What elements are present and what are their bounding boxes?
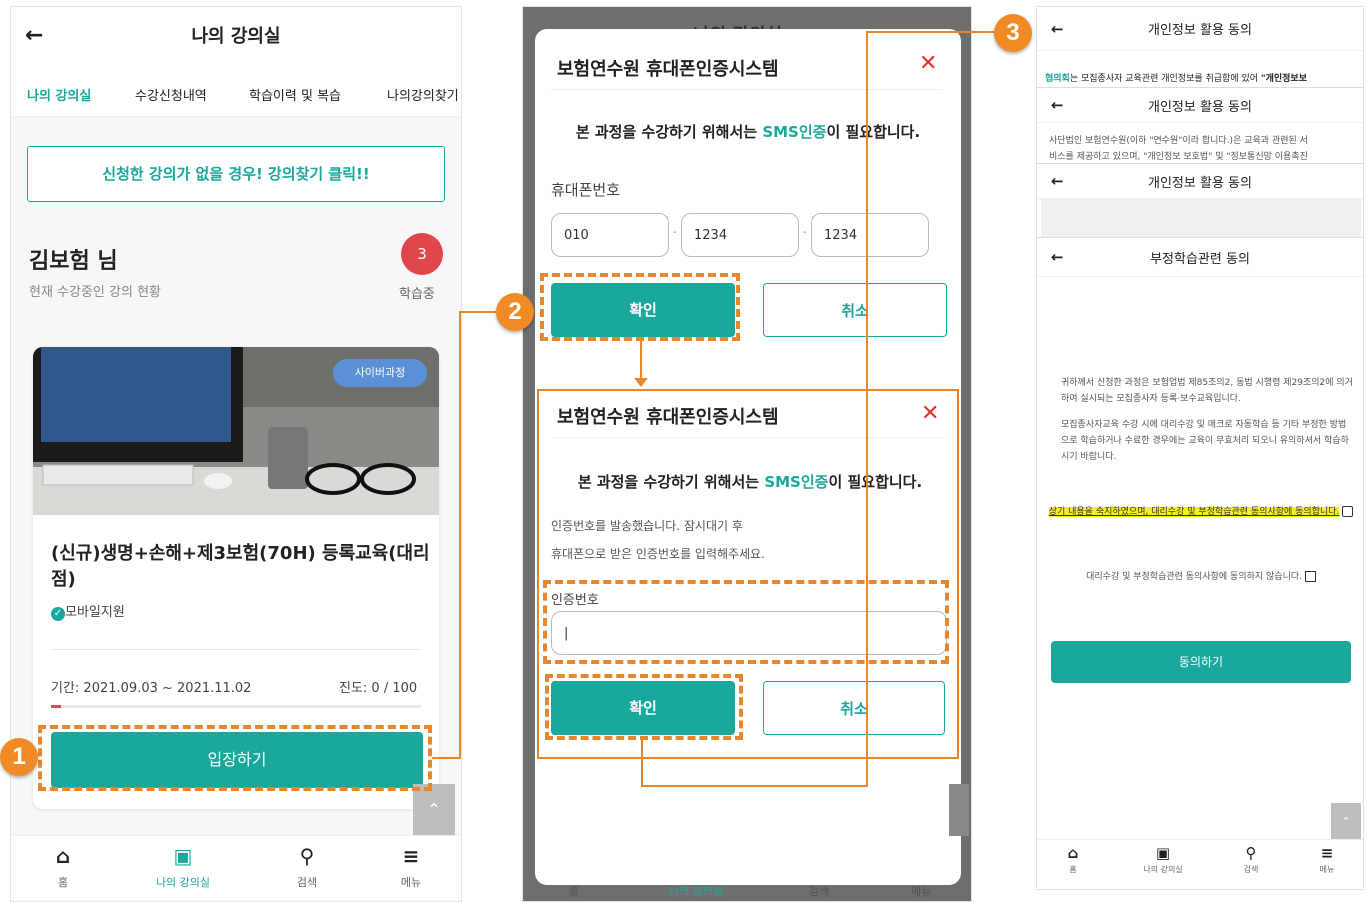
- fraud-consent-title: 부정학습관련 동의: [1150, 251, 1250, 267]
- search-icon: ⚲: [299, 844, 315, 868]
- close-icon[interactable]: ✕: [921, 401, 939, 426]
- cancel-button[interactable]: 취소: [763, 283, 947, 337]
- code-sent-line2: 휴대폰으로 받은 인증번호를 입력해주세요.: [551, 547, 765, 561]
- user-subtitle: 현재 수강중인 강의 현황: [29, 285, 161, 300]
- tab-enrollment[interactable]: 수강신청내역: [135, 85, 207, 104]
- nav-classroom[interactable]: ▣ 나의 강의실: [143, 836, 223, 890]
- bottom-nav: ⌂ 홈 ▣ 나의 강의실 ⚲ 검색 ≡ 메뉴: [1037, 839, 1363, 889]
- chevron-up-icon: ⌃: [427, 800, 441, 819]
- tab-find-course[interactable]: 나의강의찾기: [387, 85, 459, 104]
- highlight-box: [543, 580, 949, 664]
- screen-consent: ← 개인정보 활용 동의 협의회는 모집종사자 교육관련 개인정보를 취급함에 …: [1036, 6, 1364, 890]
- page-title: 나의 강의실: [191, 26, 281, 47]
- course-period: 기간: 2021.09.03 ~ 2021.11.02: [51, 681, 252, 696]
- connector-line: [459, 311, 499, 313]
- phone-separator: -: [673, 227, 677, 238]
- highlight-box: [540, 273, 740, 341]
- step-3-badge: 3: [994, 14, 1032, 52]
- step-2-badge: 2: [496, 293, 534, 331]
- user-name: 김보험 님: [29, 249, 118, 274]
- agree-checkbox-row[interactable]: 상기 내용을 숙지하였으며, 대리수강 및 부정학습관련 동의사항에 동의합니다…: [1047, 505, 1355, 520]
- step-1-badge: 1: [0, 738, 38, 776]
- home-icon: ⌂: [1067, 844, 1079, 862]
- classroom-icon: ▣: [173, 844, 193, 868]
- consent-header-3: ← 개인정보 활용 동의: [1037, 163, 1363, 199]
- phone-label: 휴대폰번호: [551, 181, 621, 199]
- consent-header-2: ← 개인정보 활용 동의: [1037, 87, 1363, 123]
- nav-search[interactable]: ⚲ 검색: [267, 836, 347, 890]
- consent-text-1: 협의회는 모집종사자 교육관련 개인정보를 취급함에 있어 "개인정보보: [1045, 74, 1307, 84]
- arrow-down-icon: [634, 378, 648, 387]
- course-title[interactable]: (신규)생명+손해+제3보험(70H) 등록교육(대리점): [51, 541, 431, 593]
- disagree-checkbox-row[interactable]: 대리수강 및 부정학습관련 동의사항에 동의하지 않습니다.: [1037, 569, 1363, 582]
- phone-field-2[interactable]: 1234: [681, 213, 799, 257]
- highlight-box: [38, 725, 432, 791]
- sms-required-message: 본 과정을 수강하기 위해서는 SMS인증이 필요합니다.: [575, 123, 921, 141]
- scroll-top-button[interactable]: ⌃: [413, 784, 455, 836]
- consent-header-1: ← 개인정보 활용 동의: [1037, 7, 1363, 51]
- chevron-up-icon: ⌃: [1341, 815, 1351, 828]
- nav-classroom[interactable]: ▣ 나의 강의실: [1125, 840, 1201, 875]
- modal-divider: [551, 89, 943, 90]
- learning-count-label: 학습중: [399, 287, 435, 302]
- nav-search[interactable]: ⚲ 검색: [1213, 840, 1289, 875]
- nav-menu[interactable]: ≡ 메뉴: [371, 836, 451, 890]
- gray-strip: [1041, 199, 1361, 237]
- consent-title: 개인정보 활용 동의: [1148, 99, 1252, 115]
- connector-line: [459, 311, 461, 759]
- mobile-support: ✓ 모바일지원: [51, 601, 125, 621]
- learning-count: 3: [417, 245, 427, 263]
- find-course-banner[interactable]: 신청한 강의가 없을 경우! 강의찾기 클릭!!: [27, 146, 445, 202]
- code-sent-line1: 인증번호를 발송했습니다. 잠시대기 후: [551, 519, 743, 533]
- home-icon: ⌂: [55, 844, 71, 868]
- course-progress-text: 진도: 0 / 100: [339, 681, 418, 696]
- tab-my-classroom[interactable]: 나의 강의실: [27, 85, 91, 104]
- nav-home[interactable]: ⌂ 홈: [23, 836, 103, 890]
- connector-line: [641, 785, 867, 787]
- agree-checkbox[interactable]: [1342, 506, 1354, 517]
- consent-title: 개인정보 활용 동의: [1148, 23, 1252, 38]
- close-icon[interactable]: ✕: [919, 51, 937, 76]
- tab-bar: 나의 강의실 수강신청내역 학습이력 및 복습 나의강의찾기: [11, 63, 461, 117]
- connector-line: [866, 31, 868, 787]
- banner-text: 신청한 강의가 없을 경우! 강의찾기 클릭!!: [102, 165, 370, 183]
- modal-title: 보험연수원 휴대폰인증시스템: [557, 59, 779, 80]
- connector-line: [866, 31, 994, 33]
- connector-line: [640, 341, 642, 381]
- learning-count-badge: 3: [401, 233, 443, 275]
- progress-fill: [51, 705, 61, 708]
- highlight-box: [545, 674, 743, 740]
- nav-home[interactable]: ⌂ 홈: [1037, 840, 1111, 875]
- search-icon: ⚲: [1245, 844, 1257, 862]
- agree-button[interactable]: 동의하기: [1051, 641, 1351, 683]
- tab-history[interactable]: 학습이력 및 복습: [249, 85, 341, 104]
- phone-field-3[interactable]: 1234: [811, 213, 929, 257]
- scroll-top-button[interactable]: ⌃: [1331, 803, 1361, 841]
- progress-bar: [51, 705, 421, 708]
- app-header: ← 나의 강의실: [11, 7, 461, 63]
- fraud-consent-header: ← 부정학습관련 동의: [1037, 237, 1363, 277]
- nav-menu[interactable]: ≡ 메뉴: [1289, 840, 1363, 875]
- modal-title: 보험연수원 휴대폰인증시스템: [557, 407, 779, 428]
- sms-required-message: 본 과정을 수강하기 위해서는 SMS인증이 필요합니다.: [577, 473, 923, 491]
- menu-icon: ≡: [402, 844, 420, 868]
- fraud-paragraph-2: 모집종사자교육 수강 시에 대리수강 및 매크로 자동학습 등 기타 부정한 방…: [1061, 420, 1349, 462]
- cancel-button[interactable]: 취소: [763, 681, 945, 735]
- disagree-checkbox[interactable]: [1304, 571, 1316, 582]
- scroll-top-button[interactable]: [949, 784, 969, 836]
- connector-line: [432, 757, 460, 759]
- check-circle-icon: ✓: [51, 607, 65, 621]
- bottom-nav: ⌂ 홈 ▣ 나의 강의실 ⚲ 검색 ≡ 메뉴: [11, 835, 461, 901]
- phone-separator: -: [803, 227, 807, 238]
- consent-title: 개인정보 활용 동의: [1148, 175, 1252, 191]
- classroom-icon: ▣: [1155, 844, 1171, 862]
- modal-divider: [553, 437, 945, 438]
- course-tag: 사이버과정: [333, 359, 427, 387]
- fraud-paragraph-1: 귀하께서 신청한 과정은 보험업법 제85조의2, 동법 시행령 제29조의2에…: [1061, 378, 1353, 404]
- phone-field-1[interactable]: 010: [551, 213, 669, 257]
- menu-icon: ≡: [1320, 844, 1334, 862]
- divider: [51, 649, 421, 650]
- consent-text-2: 사단법인 보험연수원(이하 "연수원"이라 합니다.)은 교육과 관련된 서 비스…: [1049, 136, 1308, 162]
- connector-line: [641, 740, 643, 786]
